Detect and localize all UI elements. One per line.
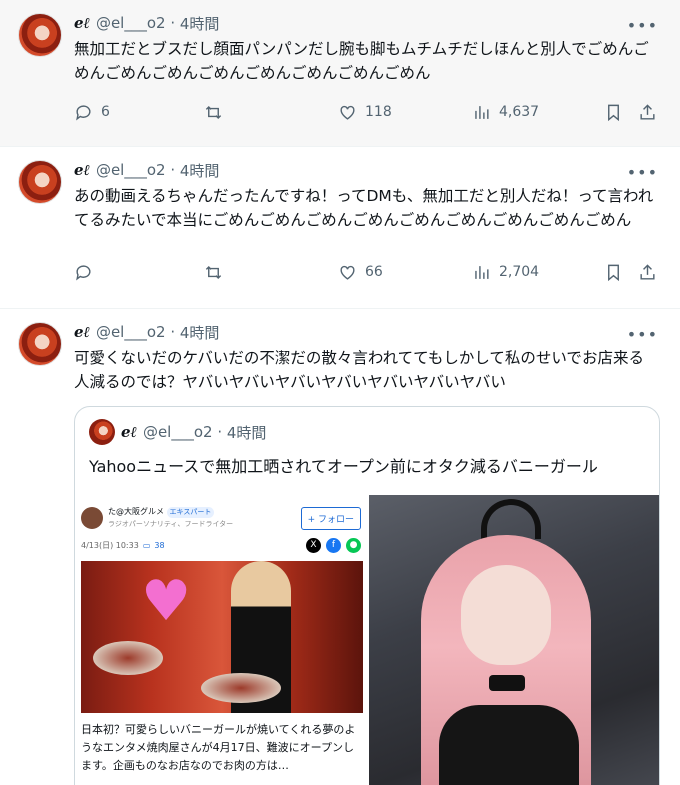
author-name: た@大阪グルメ: [108, 507, 164, 516]
article-body: 日本初？可愛らしいバニーガールが焼いてくれる夢のようなエンタメ焼肉屋さんが4月1…: [81, 723, 356, 772]
follow-button: + フォロー: [300, 506, 361, 530]
tweet-text: 無加工だとブスだし顔面パンパンだし腕も脚もムチムチだしほんと別人でごめんごめんご…: [74, 40, 649, 82]
article-screenshot[interactable]: た@大阪グルメ エキスパート ラジオパーソナリティ、フードライター + フォロー…: [75, 495, 369, 785]
quote-tweet[interactable]: eℓ @el___o2 · 4時間 Yahooニュースで無加工晒されてオープン前…: [74, 406, 660, 785]
share-icons: X f ●: [306, 537, 361, 553]
timestamp[interactable]: 4時間: [180, 160, 220, 181]
view-count: 4,637: [499, 104, 540, 120]
facebook-icon: f: [326, 537, 341, 553]
media-grid: た@大阪グルメ エキスパート ラジオパーソナリティ、フードライター + フォロー…: [75, 495, 659, 785]
reply-button[interactable]: [74, 263, 101, 282]
face: [461, 565, 551, 665]
selfie-photo[interactable]: [369, 495, 659, 785]
reply-button[interactable]: 6: [74, 103, 110, 122]
retweet-button[interactable]: [204, 263, 223, 282]
x-icon: X: [306, 537, 321, 553]
heart-icon: [340, 105, 355, 120]
quote-text: Yahooニュースで無加工晒されてオープン前にオタク減るバニーガール: [89, 457, 598, 476]
separator: ·: [165, 323, 180, 341]
line-icon: ●: [346, 537, 361, 553]
handle[interactable]: @el___o2: [96, 14, 166, 32]
retweet-icon: [205, 265, 222, 279]
article-date: 4/13(日) 10:33: [81, 540, 139, 550]
timestamp[interactable]: 4時間: [180, 13, 220, 34]
timestamp[interactable]: 4時間: [180, 322, 220, 343]
quote-header: eℓ @el___o2 · 4時間: [89, 419, 659, 445]
separator: ·: [212, 423, 227, 441]
avatar[interactable]: [18, 160, 62, 204]
meat-plate: [201, 673, 281, 703]
handle[interactable]: @el___o2: [96, 161, 166, 179]
meat-plate: [93, 641, 163, 675]
tweet-body: eℓ @el___o2 · 4時間 あの動画えるちゃんだったんですね！ってDMも…: [74, 160, 664, 308]
bunny-ears: [481, 499, 541, 539]
views-button[interactable]: 4,637: [472, 103, 539, 122]
author-avatar: [81, 507, 103, 529]
expert-badge: エキスパート: [166, 507, 215, 518]
avatar: [89, 419, 115, 445]
heart-icon: [340, 265, 355, 280]
tweet-header: eℓ @el___o2 · 4時間: [74, 160, 664, 180]
display-name[interactable]: eℓ: [74, 323, 90, 342]
handle[interactable]: @el___o2: [96, 323, 166, 341]
views-icon: [475, 105, 489, 119]
share-icon: [640, 263, 655, 280]
timestamp: 4時間: [226, 423, 267, 442]
views-icon: [475, 265, 489, 279]
tweet-text: 可愛くないだのケバいだの不潔だの散々言われててもしかして私のせいでお店来る人減る…: [74, 349, 644, 391]
separator: ·: [165, 14, 180, 32]
tweet-text: あの動画えるちゃんだったんですね！ってDMも、無加工だと別人だね！って言われてる…: [74, 187, 654, 229]
tweet[interactable]: eℓ @el___o2 · 4時間 あの動画えるちゃんだったんですね！ってDMも…: [0, 147, 680, 309]
reply-count: 6: [101, 104, 110, 120]
bookmark-icon: [608, 264, 619, 281]
action-bar: 6 118 4,637: [74, 101, 664, 123]
bookmark-button[interactable]: [604, 263, 623, 282]
author-role: ラジオパーソナリティ、フードライター: [108, 520, 234, 528]
display-name[interactable]: eℓ: [74, 14, 90, 33]
bow-tie: [489, 675, 525, 691]
share-button[interactable]: [638, 103, 657, 122]
tweet[interactable]: eℓ @el___o2 · 4時間 可愛くないだのケバいだの不潔だの散々言われて…: [0, 309, 680, 785]
like-button[interactable]: 66: [338, 263, 383, 282]
like-count: 118: [365, 104, 392, 120]
display-name[interactable]: eℓ: [74, 161, 90, 180]
avatar[interactable]: [18, 322, 62, 366]
separator: ·: [165, 161, 180, 179]
outfit: [439, 705, 579, 785]
tweet[interactable]: eℓ @el___o2 · 4時間 無加工だとブスだし顔面パンパンだし腕も脚もム…: [0, 0, 680, 147]
article-photo: ♥: [81, 561, 363, 713]
article-meta: 4/13(日) 10:33 ▭ 38 X f ●: [75, 531, 367, 553]
view-count: 2,704: [499, 264, 540, 280]
share-button[interactable]: [638, 263, 657, 282]
handle: @el___o2: [142, 423, 213, 441]
bookmark-button[interactable]: [604, 103, 623, 122]
views-button[interactable]: 2,704: [472, 263, 539, 282]
article-header: た@大阪グルメ エキスパート ラジオパーソナリティ、フードライター + フォロー: [75, 495, 367, 531]
more-icon[interactable]: •••: [627, 325, 658, 344]
reply-icon: [76, 264, 91, 281]
bookmark-icon: [608, 104, 619, 121]
action-bar: 66 2,704: [74, 261, 664, 283]
comment-icon: ▭: [142, 540, 151, 550]
display-name: eℓ: [121, 422, 137, 441]
retweet-button[interactable]: [204, 103, 223, 122]
avatar[interactable]: [18, 13, 62, 57]
timeline: eℓ @el___o2 · 4時間 無加工だとブスだし顔面パンパンだし腕も脚もム…: [0, 0, 680, 785]
tweet-body: eℓ @el___o2 · 4時間 無加工だとブスだし顔面パンパンだし腕も脚もム…: [74, 13, 664, 146]
retweet-icon: [205, 105, 222, 119]
like-count: 66: [365, 264, 383, 280]
author-info: た@大阪グルメ エキスパート ラジオパーソナリティ、フードライター: [108, 506, 233, 530]
more-icon[interactable]: •••: [627, 163, 658, 182]
like-button[interactable]: 118: [338, 103, 392, 122]
heart-sticker-icon: ♥: [141, 569, 192, 634]
tweet-header: eℓ @el___o2 · 4時間: [74, 322, 664, 342]
tweet-header: eℓ @el___o2 · 4時間: [74, 13, 664, 33]
comment-count: 38: [154, 540, 165, 550]
share-icon: [640, 103, 655, 120]
tweet-body: eℓ @el___o2 · 4時間 可愛くないだのケバいだの不潔だの散々言われて…: [74, 322, 664, 785]
more-icon[interactable]: •••: [627, 16, 658, 35]
reply-icon: [76, 104, 91, 121]
